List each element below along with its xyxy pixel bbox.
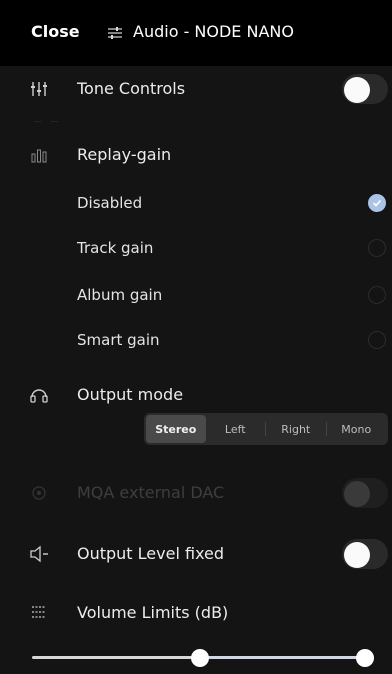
slider-lower-handle[interactable] <box>190 649 209 667</box>
adjustments-icon <box>107 25 123 39</box>
replay-gain-label: Replay-gain <box>77 145 172 164</box>
segment-left[interactable]: Left <box>206 415 266 443</box>
segment-right[interactable]: Right <box>266 415 326 443</box>
mqa-label: MQA external DAC <box>77 483 225 502</box>
radio-checked-icon[interactable] <box>368 194 386 212</box>
divider: — — <box>34 117 62 126</box>
segment-mono[interactable]: Mono <box>327 415 387 443</box>
toggle-knob <box>344 481 370 507</box>
volume-limits-row: Volume Limits (dB) <box>0 598 392 628</box>
slider-active-range <box>199 656 365 659</box>
replay-option-label: Smart gain <box>77 331 160 349</box>
toggle-knob <box>344 542 370 568</box>
radio-unchecked-icon[interactable] <box>368 286 386 304</box>
output-level-fixed-toggle[interactable] <box>342 539 388 569</box>
equalizer-icon <box>28 78 50 100</box>
output-level-fixed-row[interactable]: Output Level fixed <box>0 537 392 571</box>
headphones-icon <box>28 384 50 406</box>
header-title-group: Audio - NODE NANO <box>107 22 294 41</box>
toggle-knob <box>344 77 370 103</box>
replay-option-label: Disabled <box>77 194 143 212</box>
bars-icon <box>28 144 50 166</box>
replay-option-label: Album gain <box>77 286 163 304</box>
mqa-icon <box>28 482 50 504</box>
tone-controls-label: Tone Controls <box>77 79 186 98</box>
replay-option-track[interactable]: Track gain <box>0 233 392 263</box>
output-mode-row: Output mode <box>0 380 392 410</box>
header-bar: Close Audio - NODE NANO <box>0 0 392 66</box>
tone-controls-row[interactable]: Tone Controls <box>0 72 392 106</box>
replay-option-disabled[interactable]: Disabled <box>0 188 392 218</box>
replay-option-smart[interactable]: Smart gain <box>0 325 392 355</box>
slider-upper-handle[interactable] <box>356 649 374 667</box>
mqa-toggle <box>342 478 388 508</box>
volume-limits-label: Volume Limits (dB) <box>77 603 229 622</box>
radio-unchecked-icon[interactable] <box>368 239 386 257</box>
tone-controls-toggle[interactable] <box>342 74 388 104</box>
output-mode-label: Output mode <box>77 385 184 404</box>
volume-limits-icon <box>28 601 50 623</box>
volume-limits-slider[interactable] <box>32 649 374 667</box>
replay-gain-row: Replay-gain <box>0 138 392 172</box>
output-mode-segmented-control: Stereo Left Right Mono <box>144 413 388 445</box>
speaker-icon <box>28 543 50 565</box>
replay-option-label: Track gain <box>77 239 154 257</box>
replay-option-album[interactable]: Album gain <box>0 280 392 310</box>
header-title: Audio - NODE NANO <box>133 22 294 41</box>
mqa-row: MQA external DAC <box>0 476 392 510</box>
radio-unchecked-icon[interactable] <box>368 331 386 349</box>
segment-stereo[interactable]: Stereo <box>146 415 206 443</box>
close-button[interactable]: Close <box>31 22 80 41</box>
output-level-fixed-label: Output Level fixed <box>77 544 225 563</box>
